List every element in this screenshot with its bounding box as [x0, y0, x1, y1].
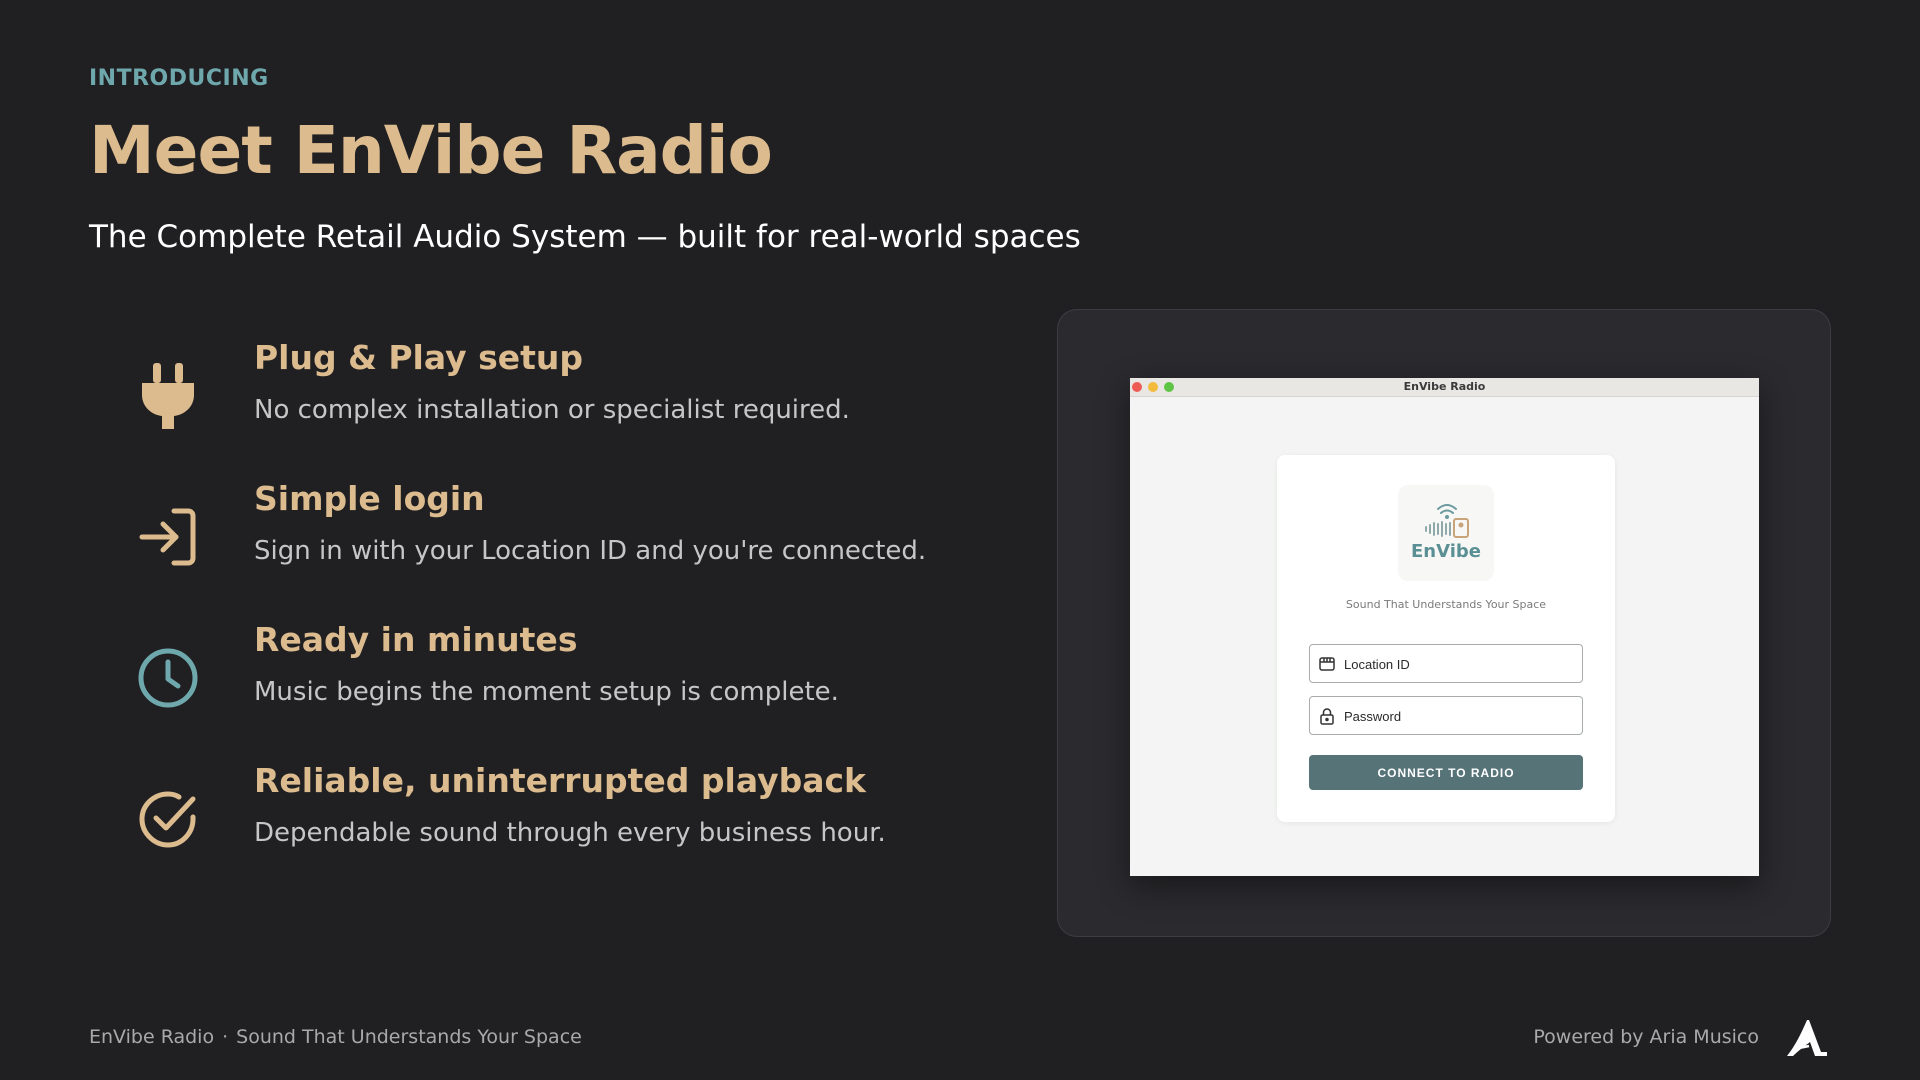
location-id-field[interactable]: [1309, 644, 1583, 683]
login-card: EnVibe Sound That Understands Your Space: [1277, 455, 1615, 822]
eyebrow-label: INTRODUCING: [89, 66, 269, 91]
feature-title: Reliable, uninterrupted playback: [254, 761, 866, 800]
footer-separator: ·: [222, 1026, 229, 1048]
slide-subtitle: The Complete Retail Audio System — built…: [89, 219, 1081, 255]
footer-product: EnVibe Radio: [89, 1026, 215, 1048]
store-icon: [1319, 657, 1335, 671]
window-title: EnVibe Radio: [1403, 380, 1486, 393]
check-circle-icon: [130, 781, 206, 857]
app-window: EnVibe Radio EnVibe Sound That Understan…: [1130, 378, 1759, 876]
footer-tagline: Sound That Understands Your Space: [236, 1026, 582, 1048]
password-input[interactable]: [1344, 705, 1574, 727]
feature-item: Simple login Sign in with your Location …: [130, 479, 1030, 599]
sign-in-icon: [130, 499, 206, 575]
aria-musico-logo-icon: [1787, 1020, 1827, 1056]
login-tagline: Sound That Understands Your Space: [1345, 598, 1547, 611]
window-titlebar: EnVibe Radio: [1130, 378, 1759, 397]
feature-item: Ready in minutes Music begins the moment…: [130, 620, 1030, 740]
password-field[interactable]: [1309, 696, 1583, 735]
feature-description: Sign in with your Location ID and you're…: [254, 536, 927, 566]
envibe-logo: EnVibe: [1398, 485, 1494, 581]
connect-to-radio-button[interactable]: CONNECT TO RADIO: [1309, 755, 1583, 790]
feature-title: Plug & Play setup: [254, 338, 584, 377]
feature-description: Dependable sound through every business …: [254, 818, 886, 848]
slide-title: Meet EnVibe Radio: [89, 112, 773, 189]
clock-icon: [130, 640, 206, 716]
powered-by-label: Powered by Aria Musico: [1533, 1026, 1759, 1048]
screenshot-frame: EnVibe Radio EnVibe Sound That Understan…: [1057, 309, 1831, 937]
sound-wave-icon: [1425, 504, 1469, 538]
feature-item: Plug & Play setup No complex installatio…: [130, 338, 1030, 458]
logo-wordmark: EnVibe: [1411, 541, 1481, 562]
plug-icon: [130, 358, 206, 434]
feature-title: Ready in minutes: [254, 620, 578, 659]
footer-brand: EnVibe Radio · Sound That Understands Your…: [89, 1026, 582, 1048]
feature-item: Reliable, uninterrupted playback Dependa…: [130, 761, 1030, 881]
feature-title: Simple login: [254, 479, 485, 518]
location-id-input[interactable]: [1344, 653, 1574, 675]
feature-description: Music begins the moment setup is complet…: [254, 677, 839, 707]
lock-icon: [1320, 708, 1334, 725]
feature-description: No complex installation or specialist re…: [254, 395, 850, 425]
